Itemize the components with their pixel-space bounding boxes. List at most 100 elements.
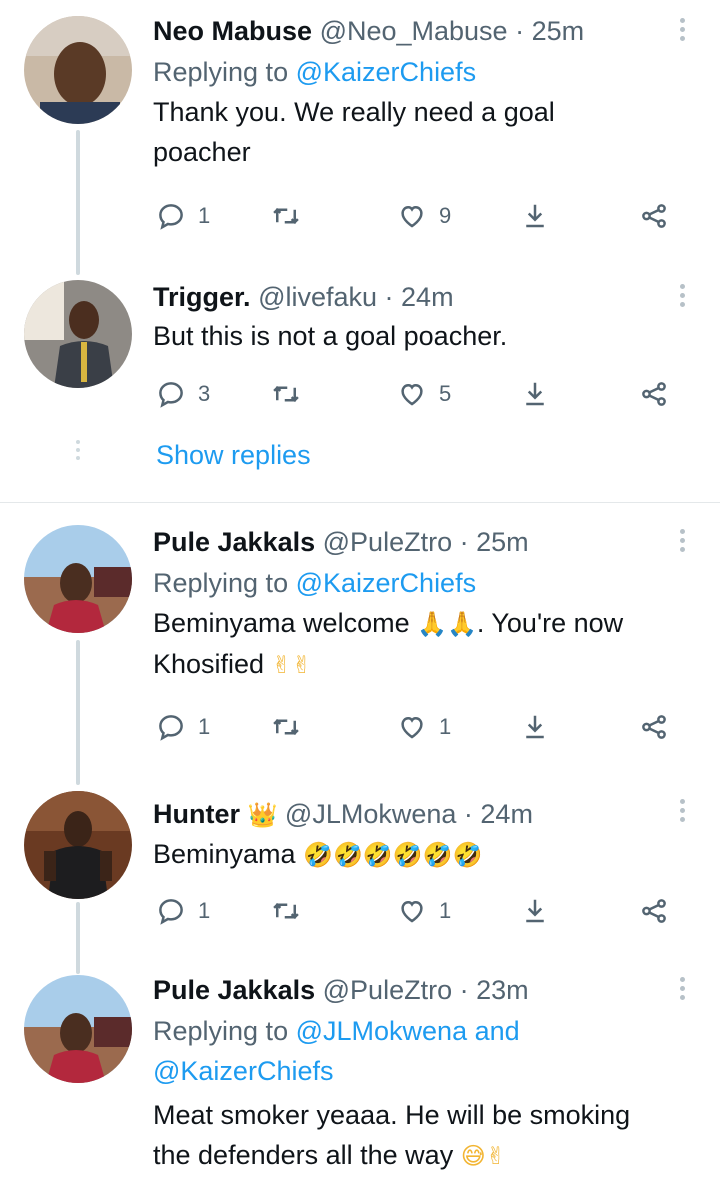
- handle[interactable]: @Neo_Mabuse: [320, 16, 508, 46]
- reply-count: 3: [198, 381, 211, 406]
- share-icon: [642, 899, 666, 923]
- handle[interactable]: @PuleZtro: [323, 527, 452, 557]
- reply-count: 1: [198, 714, 211, 739]
- reply-button[interactable]: 1: [156, 707, 210, 747]
- retweet-icon: [273, 385, 299, 403]
- save-button[interactable]: [520, 891, 550, 931]
- share-icon: [642, 204, 666, 228]
- tweet-text: Beminyama 🤣🤣🤣🤣🤣🤣: [153, 839, 483, 869]
- like-icon: [401, 900, 423, 923]
- download-icon: [526, 715, 544, 739]
- avatar[interactable]: [24, 975, 132, 1083]
- display-name[interactable]: Neo Mabuse: [153, 16, 312, 46]
- tweet-header: Hunter 👑 @JLMokwena · 24m: [153, 797, 690, 832]
- reply-icon: [159, 382, 183, 408]
- timestamp[interactable]: · 25m: [515, 16, 584, 46]
- reply-icon: [159, 715, 183, 741]
- tweet-header: Pule Jakkals @PuleZtro · 23m: [153, 973, 690, 1007]
- download-icon: [526, 382, 544, 406]
- mention-link[interactable]: @KaizerChiefs: [296, 568, 476, 598]
- handle[interactable]: @JLMokwena: [285, 799, 456, 829]
- like-button[interactable]: 9: [397, 196, 451, 236]
- share-button[interactable]: [639, 891, 669, 931]
- retweet-icon: [273, 718, 299, 736]
- avatar[interactable]: [24, 791, 132, 899]
- more-icon[interactable]: [678, 284, 686, 311]
- like-icon: [401, 716, 423, 739]
- reply-button[interactable]: 1: [156, 196, 210, 236]
- tweet-text: Beminyama welcome 🙏🙏. You're now Khosifi…: [153, 608, 624, 679]
- tweet-pule-1[interactable]: Pule Jakkals @PuleZtro · 25m Replying to…: [0, 503, 720, 773]
- like-button[interactable]: 5: [397, 374, 451, 414]
- replying-to: Replying to @KaizerChiefs: [153, 57, 477, 87]
- like-icon: [401, 205, 423, 228]
- share-button[interactable]: [639, 707, 669, 747]
- show-replies-link[interactable]: Show replies: [156, 440, 311, 471]
- display-name[interactable]: Pule Jakkals: [153, 975, 315, 1005]
- retweet-button[interactable]: [271, 374, 301, 414]
- emoji: 🙏🙏: [417, 610, 477, 638]
- like-count: 9: [439, 203, 452, 228]
- mention-link[interactable]: @KaizerChiefs: [153, 1056, 333, 1086]
- save-button[interactable]: [520, 707, 550, 747]
- reply-count: 1: [198, 203, 211, 228]
- handle[interactable]: @PuleZtro: [323, 975, 452, 1005]
- retweet-button[interactable]: [271, 891, 301, 931]
- mention-link[interactable]: @JLMokwena: [296, 1016, 467, 1046]
- like-count: 1: [439, 714, 452, 739]
- save-button[interactable]: [520, 196, 550, 236]
- more-icon[interactable]: [678, 977, 686, 1004]
- reply-button[interactable]: 1: [156, 891, 210, 931]
- tweet-trigger[interactable]: Trigger. @livefaku · 24m But this is not…: [0, 270, 720, 500]
- timestamp[interactable]: · 24m: [464, 799, 533, 829]
- emoji: ✌✌: [271, 651, 312, 679]
- display-name[interactable]: Hunter: [153, 799, 240, 829]
- tweet-header: Neo Mabuse @Neo_Mabuse · 25m: [153, 14, 690, 48]
- emoji: 🤣🤣🤣🤣🤣🤣: [303, 841, 483, 869]
- emoji: 😅✌: [460, 1142, 506, 1170]
- tweet-text: But this is not a goal poacher.: [153, 321, 508, 351]
- display-name[interactable]: Pule Jakkals: [153, 527, 315, 557]
- handle[interactable]: @livefaku: [258, 282, 377, 312]
- tweet-text: Thank you. We really need a goal poacher: [153, 97, 555, 167]
- share-button[interactable]: [639, 374, 669, 414]
- download-icon: [526, 204, 544, 228]
- timestamp[interactable]: · 25m: [460, 527, 529, 557]
- display-name[interactable]: Trigger.: [153, 282, 251, 312]
- retweet-icon: [273, 902, 299, 920]
- tweet-header: Trigger. @livefaku · 24m: [153, 280, 690, 314]
- retweet-button[interactable]: [271, 707, 301, 747]
- share-button[interactable]: [639, 196, 669, 236]
- tweet-neo[interactable]: Neo Mabuse @Neo_Mabuse · 25m Replying to…: [0, 0, 720, 270]
- retweet-button[interactable]: [271, 196, 301, 236]
- replying-to: Replying to @JLMokwena and @KaizerChiefs: [153, 1016, 520, 1086]
- share-icon: [642, 382, 666, 406]
- reply-icon: [159, 204, 183, 230]
- avatar[interactable]: [24, 280, 132, 388]
- more-icon[interactable]: [678, 18, 686, 45]
- tweet-header: Pule Jakkals @PuleZtro · 25m: [153, 525, 690, 559]
- tweet-pule-2[interactable]: Pule Jakkals @PuleZtro · 23m Replying to…: [0, 969, 720, 1182]
- retweet-icon: [273, 207, 299, 225]
- like-button[interactable]: 1: [397, 891, 451, 931]
- like-button[interactable]: 1: [397, 707, 451, 747]
- reply-button[interactable]: 3: [156, 374, 210, 414]
- avatar[interactable]: [24, 16, 132, 124]
- like-count: 5: [439, 381, 452, 406]
- mention-link[interactable]: @KaizerChiefs: [296, 57, 476, 87]
- crown-emoji: 👑: [247, 801, 278, 829]
- tweet-hunter[interactable]: Hunter 👑 @JLMokwena · 24m Beminyama 🤣🤣🤣🤣…: [0, 773, 720, 969]
- more-icon[interactable]: [678, 529, 686, 556]
- like-icon: [401, 383, 423, 406]
- avatar[interactable]: [24, 525, 132, 633]
- tweet-text: Meat smoker yeaaa. He will be smoking th…: [153, 1100, 631, 1170]
- reply-count: 1: [198, 898, 211, 923]
- timestamp[interactable]: · 24m: [385, 282, 454, 312]
- save-button[interactable]: [520, 374, 550, 414]
- replying-to: Replying to @KaizerChiefs: [153, 568, 477, 598]
- like-count: 1: [439, 898, 452, 923]
- download-icon: [526, 899, 544, 923]
- share-icon: [642, 715, 666, 739]
- more-icon[interactable]: [678, 799, 686, 826]
- timestamp[interactable]: · 23m: [460, 975, 529, 1005]
